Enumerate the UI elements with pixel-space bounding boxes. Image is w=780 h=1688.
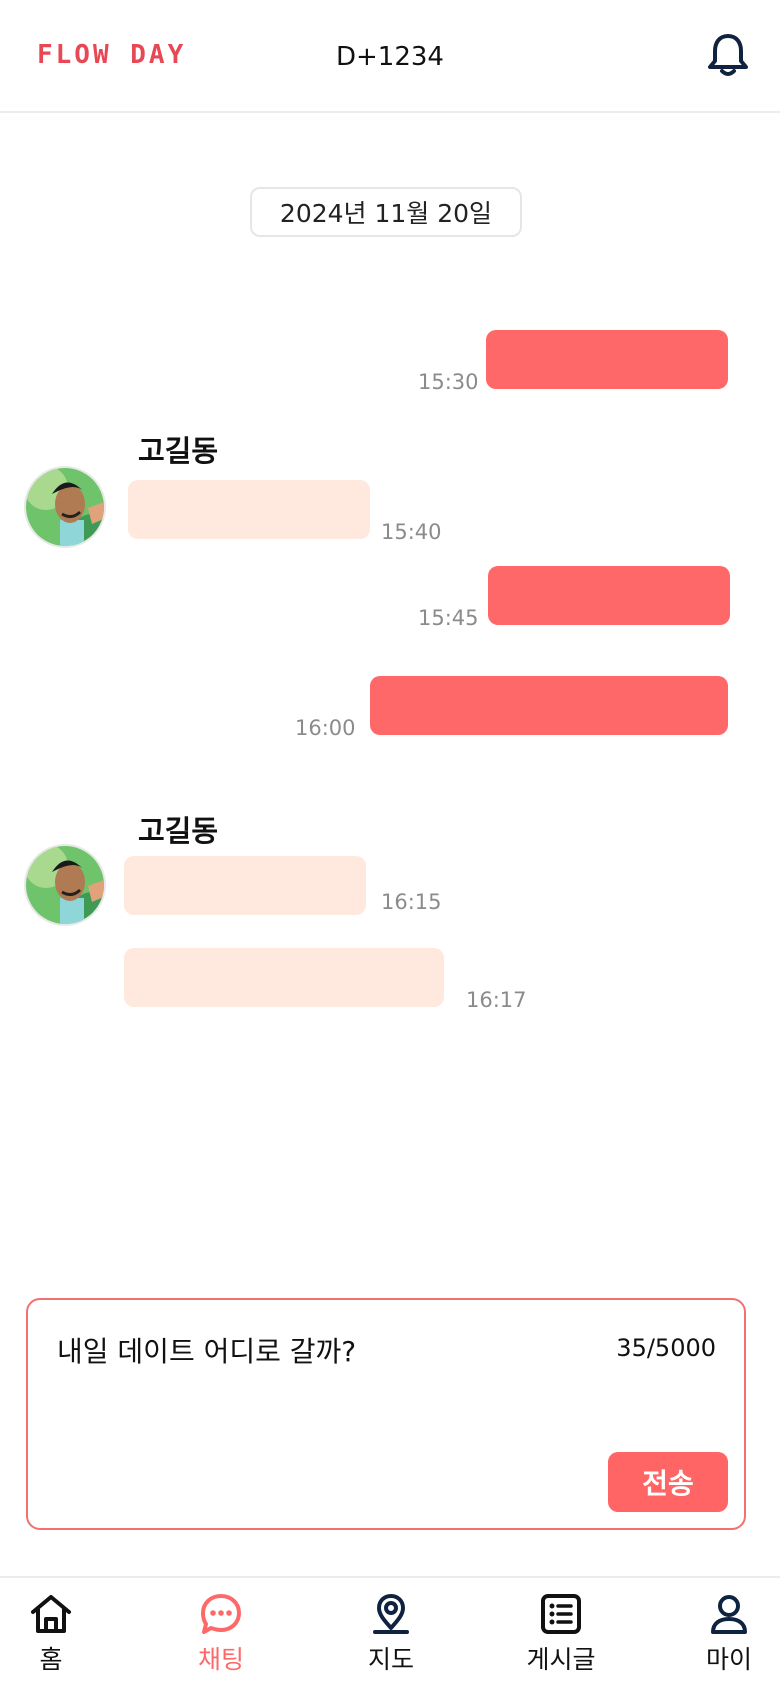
- bell-icon[interactable]: [706, 32, 750, 78]
- message-time: 15:45: [418, 606, 479, 630]
- partner-message-bubble[interactable]: [124, 856, 366, 915]
- message-time: 15:40: [381, 520, 442, 544]
- chat-icon: [201, 1594, 241, 1634]
- nav-item-my[interactable]: 마이: [669, 1592, 780, 1676]
- partner-avatar[interactable]: [24, 466, 106, 548]
- nav-item-map[interactable]: 지도: [331, 1592, 451, 1676]
- partner-name: 고길동: [138, 434, 219, 468]
- char-counter: 35/5000: [616, 1334, 716, 1362]
- bottom-nav: 홈 채팅 지도 게시글 마이: [0, 1576, 780, 1688]
- app-header: FLOW DAY D+1234: [0, 0, 780, 113]
- nav-item-home[interactable]: 홈: [0, 1592, 111, 1676]
- message-time: 16:15: [381, 890, 442, 914]
- message-time: 15:30: [418, 370, 479, 394]
- nav-label: 홈: [39, 1645, 63, 1674]
- partner-name: 고길동: [138, 814, 219, 848]
- nav-label: 지도: [367, 1645, 414, 1674]
- message-time: 16:00: [295, 716, 356, 740]
- nav-label: 채팅: [197, 1645, 244, 1674]
- home-icon: [31, 1595, 71, 1633]
- partner-avatar[interactable]: [24, 844, 106, 926]
- user-icon: [711, 1595, 747, 1634]
- my-message-bubble[interactable]: [370, 676, 728, 735]
- nav-item-posts[interactable]: 게시글: [501, 1592, 621, 1676]
- partner-message-bubble[interactable]: [124, 948, 444, 1007]
- partner-message-bubble[interactable]: [128, 480, 370, 539]
- my-message-bubble[interactable]: [488, 566, 730, 625]
- map-pin-icon: [373, 1594, 409, 1634]
- list-icon: [541, 1594, 581, 1634]
- nav-label: 게시글: [526, 1645, 596, 1674]
- message-input[interactable]: 내일 데이트 어디로 갈까?: [57, 1330, 356, 1370]
- nav-label: 마이: [705, 1645, 752, 1674]
- message-composer[interactable]: 내일 데이트 어디로 갈까? 35/5000 전송: [26, 1298, 746, 1530]
- my-message-bubble[interactable]: [486, 330, 728, 389]
- nav-item-chat[interactable]: 채팅: [161, 1592, 281, 1676]
- send-button[interactable]: 전송: [608, 1452, 728, 1512]
- message-time: 16:17: [466, 988, 527, 1012]
- dday-counter: D+1234: [336, 42, 444, 72]
- date-divider: 2024년 11월 20일: [250, 187, 522, 237]
